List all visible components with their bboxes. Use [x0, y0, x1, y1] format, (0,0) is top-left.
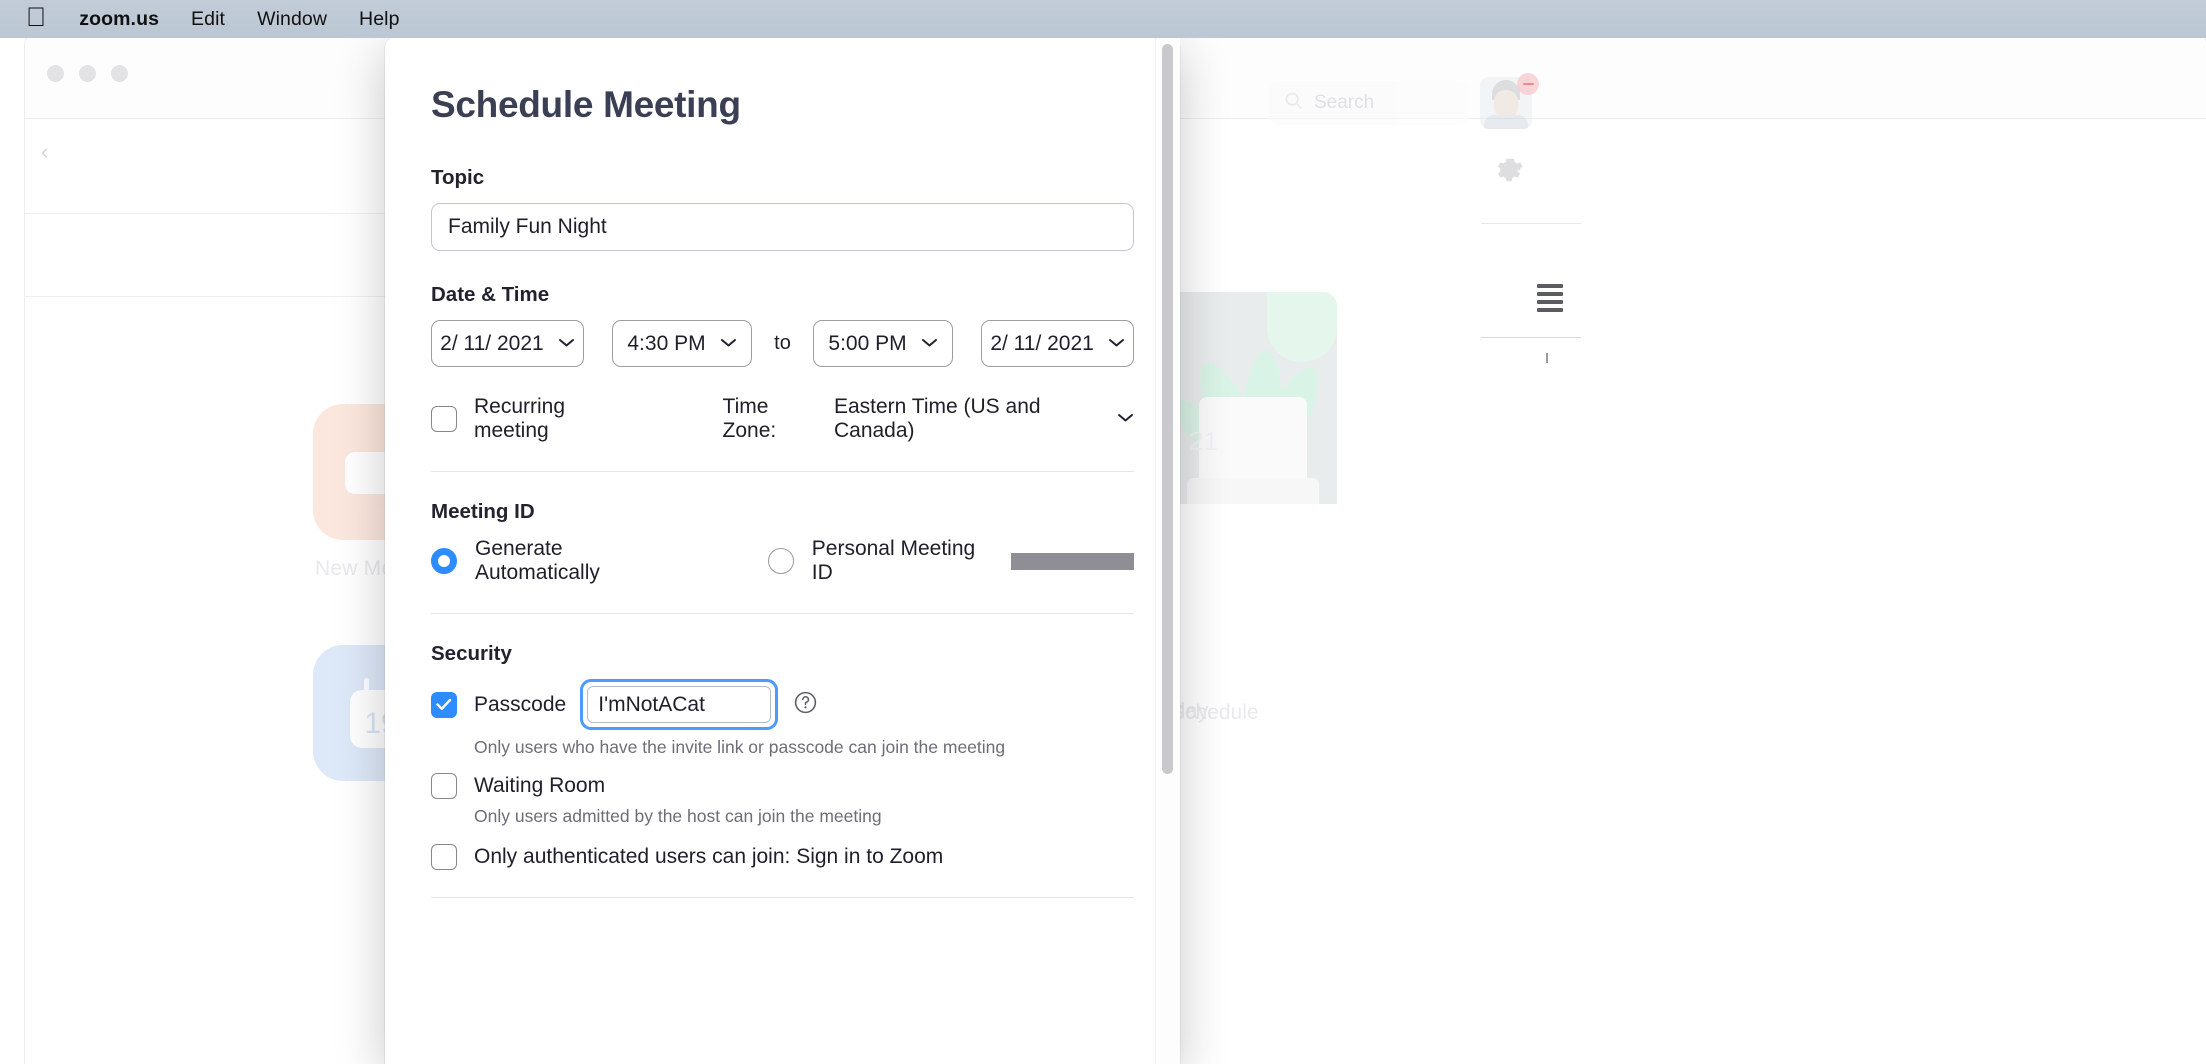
passcode-checkbox[interactable]	[431, 691, 457, 718]
end-date-value: 2/ 11/ 2021	[990, 331, 1094, 355]
generate-automatically-radio[interactable]	[431, 548, 457, 574]
chevron-down-icon	[1108, 335, 1125, 353]
end-time-select[interactable]: 5:00 PM	[812, 320, 954, 367]
personal-meeting-id-label: Personal Meeting ID	[811, 537, 976, 584]
to-label: to	[774, 332, 791, 354]
search-icon	[1283, 90, 1304, 116]
meeting-id-row: Generate Automatically Personal Meeting …	[431, 537, 1134, 585]
menu-item-window[interactable]: Window	[257, 8, 327, 31]
start-date-select[interactable]: 2/ 11/ 2021	[431, 320, 584, 367]
window-traffic-lights[interactable]	[47, 65, 128, 82]
plant-leaf-back	[1267, 292, 1337, 362]
upcoming-meetings-panel	[1125, 213, 2206, 1064]
timezone-value: Eastern Time (US and Canada)	[833, 395, 1041, 442]
maximize-window-button[interactable]	[111, 65, 128, 82]
personal-meeting-id-redacted-value	[1010, 552, 1134, 570]
chevron-down-icon	[1117, 410, 1134, 428]
start-time-value: 4:30 PM	[627, 331, 706, 355]
dialog-title: Schedule Meeting	[431, 84, 741, 125]
recurring-meeting-label: Recurring meeting	[474, 395, 566, 442]
menu-item-edit[interactable]: Edit	[191, 8, 225, 31]
waiting-room-checkbox[interactable]	[431, 773, 457, 799]
passcode-row: Passcode	[431, 679, 1134, 730]
authenticated-users-row: Only authenticated users can join: Sign …	[431, 844, 1134, 870]
timezone-select[interactable]: Time Zone: Eastern Time (US and Canada)	[723, 395, 1134, 443]
plant-tray	[1187, 478, 1319, 504]
timezone-label: Time Zone:	[722, 395, 777, 442]
generate-automatically-label: Generate Automatically	[475, 537, 600, 584]
question-mark-icon[interactable]	[793, 690, 818, 720]
end-time-value: 5:00 PM	[828, 331, 907, 355]
meeting-id-label: Meeting ID	[431, 500, 535, 523]
menu-item-help[interactable]: Help	[359, 8, 400, 31]
schedule-meeting-dialog: Schedule Meeting Topic Date & Time 2/ 11…	[385, 36, 1180, 1064]
minimize-window-button[interactable]	[79, 65, 96, 82]
authenticated-users-label: Only authenticated users can join: Sign …	[474, 845, 944, 868]
dialog-scrollbar-thumb[interactable]	[1162, 44, 1173, 774]
personal-meeting-id-option[interactable]: Personal Meeting ID	[767, 537, 1134, 585]
date-time-row: 2/ 11/ 2021 4:30 PM to 5:00 PM 2/ 11/ 20…	[431, 320, 1134, 367]
avatar-face	[1494, 90, 1518, 118]
divider-after-meeting-id	[431, 613, 1134, 614]
passcode-label: Passcode	[474, 692, 567, 716]
search-input[interactable]: Search	[1269, 81, 1469, 125]
list-tick-mark	[1546, 353, 1548, 363]
macos-menu-bar:  zoom.us Edit Window Help	[0, 0, 2206, 38]
end-date-select[interactable]: 2/ 11/ 2021	[981, 320, 1134, 367]
meeting-year-text: 21	[1189, 426, 1218, 456]
authenticated-users-checkbox[interactable]	[431, 844, 457, 870]
recurring-timezone-row: Recurring meeting Time Zone: Eastern Tim…	[431, 395, 1134, 443]
plant-illustration	[1157, 292, 1337, 504]
waiting-room-label: Waiting Room	[474, 774, 606, 797]
start-date-value: 2/ 11/ 2021	[440, 331, 544, 355]
recurring-meeting-checkbox[interactable]	[431, 406, 457, 432]
list-view-icon[interactable]	[1537, 284, 1563, 312]
chevron-left-icon[interactable]: ‹	[41, 139, 48, 165]
search-placeholder-text: Search	[1314, 92, 1375, 113]
chevron-down-icon	[720, 335, 737, 353]
gear-icon[interactable]	[1494, 155, 1524, 190]
topic-input[interactable]	[431, 203, 1134, 251]
waiting-room-hint: Only users admitted by the host can join…	[474, 806, 882, 826]
avatar-body	[1484, 115, 1528, 129]
menu-item-zoom-us[interactable]: zoom.us	[79, 8, 159, 31]
divider-after-datetime	[431, 471, 1134, 472]
passcode-focus-ring	[580, 679, 779, 730]
apple-logo-icon[interactable]: 	[26, 3, 46, 31]
list-divider-bottom	[1481, 337, 1581, 338]
passcode-hint: Only users who have the invite link or p…	[474, 737, 1006, 757]
list-divider-top	[1481, 223, 1581, 224]
personal-meeting-id-radio[interactable]	[767, 548, 794, 574]
start-time-select[interactable]: 4:30 PM	[611, 320, 753, 367]
chevron-down-icon	[921, 335, 938, 353]
passcode-input[interactable]	[587, 686, 772, 723]
divider-after-security	[431, 897, 1134, 898]
close-window-button[interactable]	[47, 65, 64, 82]
topic-label: Topic	[431, 166, 485, 189]
status-badge-do-not-disturb	[1517, 73, 1539, 95]
waiting-room-row: Waiting Room	[431, 773, 1134, 799]
security-label: Security	[431, 642, 512, 665]
date-time-label: Date & Time	[431, 283, 550, 306]
chevron-down-icon	[558, 335, 575, 353]
